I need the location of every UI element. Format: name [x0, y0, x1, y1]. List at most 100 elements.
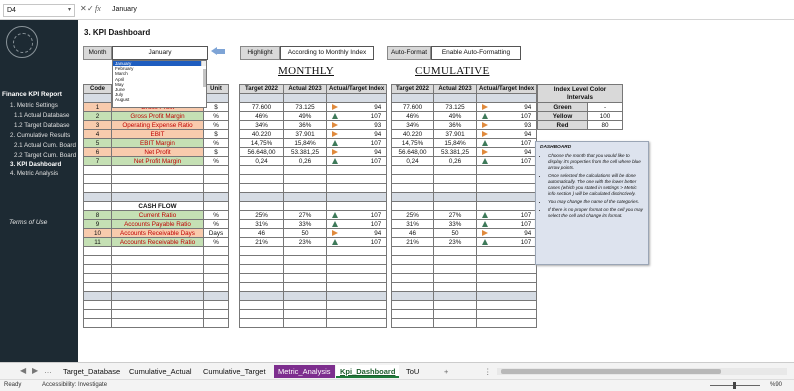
empty-cell[interactable]	[475, 165, 538, 175]
dropdown-option[interactable]: August	[113, 97, 206, 102]
chevron-down-icon[interactable]: ▾	[68, 6, 71, 13]
formula-input[interactable]: January	[108, 4, 788, 17]
empty-cell[interactable]	[83, 165, 112, 175]
empty-cell[interactable]	[203, 201, 229, 211]
empty-cell[interactable]	[283, 165, 327, 175]
tab-tou[interactable]: ToU	[402, 365, 423, 378]
empty-cell[interactable]	[203, 255, 229, 265]
empty-cell[interactable]	[433, 264, 477, 274]
tab-metric-analysis[interactable]: Metric_Analysis	[274, 365, 335, 378]
options-icon[interactable]: ⋮	[480, 365, 496, 378]
empty-cell[interactable]	[433, 318, 477, 328]
empty-cell[interactable]	[325, 264, 388, 274]
empty-cell[interactable]	[433, 201, 477, 211]
empty-cell[interactable]	[203, 273, 229, 283]
empty-cell[interactable]	[433, 300, 477, 310]
tab-target-database[interactable]: Target_Database	[59, 365, 124, 378]
empty-cell[interactable]	[433, 255, 477, 265]
empty-cell[interactable]	[111, 255, 204, 265]
cancel-icon[interactable]: ✕	[80, 4, 87, 13]
empty-cell[interactable]	[283, 246, 327, 256]
empty-cell[interactable]	[433, 246, 477, 256]
empty-cell[interactable]	[111, 264, 204, 274]
empty-cell[interactable]	[83, 264, 112, 274]
autoformat-value[interactable]: Enable Auto-Formatting	[431, 46, 521, 60]
sidebar-item[interactable]: 2. Cumulative Results	[10, 132, 86, 139]
tab-cumulative-target[interactable]: Cumulative_Target	[199, 365, 270, 378]
empty-cell[interactable]	[83, 309, 112, 319]
empty-cell[interactable]	[391, 174, 434, 184]
empty-cell[interactable]	[391, 246, 434, 256]
prev-sheet-icon[interactable]: ◀	[20, 366, 26, 375]
empty-cell[interactable]	[283, 309, 327, 319]
empty-cell[interactable]	[111, 246, 204, 256]
tab-cumulative-actual[interactable]: Cumulative_Actual	[125, 365, 196, 378]
empty-cell[interactable]	[325, 309, 388, 319]
empty-cell[interactable]	[325, 165, 388, 175]
empty-cell[interactable]	[325, 183, 388, 193]
empty-cell[interactable]	[391, 165, 434, 175]
empty-cell[interactable]	[111, 309, 204, 319]
empty-cell[interactable]	[239, 174, 284, 184]
empty-cell[interactable]	[391, 318, 434, 328]
zoom-level[interactable]: %90	[770, 382, 782, 388]
empty-cell[interactable]	[283, 174, 327, 184]
empty-cell[interactable]	[433, 174, 477, 184]
empty-cell[interactable]	[203, 183, 229, 193]
empty-cell[interactable]	[83, 246, 112, 256]
horizontal-scrollbar[interactable]	[497, 368, 787, 375]
empty-cell[interactable]	[111, 318, 204, 328]
empty-cell[interactable]	[111, 174, 204, 184]
legend-yellow-value[interactable]: 100	[587, 111, 623, 121]
empty-cell[interactable]	[325, 318, 388, 328]
empty-cell[interactable]	[83, 174, 112, 184]
empty-cell[interactable]	[83, 273, 112, 283]
empty-cell[interactable]	[391, 282, 434, 292]
empty-cell[interactable]	[83, 318, 112, 328]
zoom-slider-thumb[interactable]	[733, 382, 736, 389]
empty-cell[interactable]	[111, 282, 204, 292]
empty-cell[interactable]	[325, 174, 388, 184]
empty-cell[interactable]	[475, 318, 538, 328]
month-dropdown-list[interactable]: January February March April May June July Augu…	[112, 60, 207, 108]
empty-cell[interactable]	[433, 183, 477, 193]
empty-cell[interactable]	[433, 282, 477, 292]
empty-cell[interactable]	[239, 273, 284, 283]
tab-kpi-dashboard[interactable]: Kpi_Dashboard	[336, 365, 400, 378]
empty-cell[interactable]	[111, 183, 204, 193]
empty-cell[interactable]	[239, 309, 284, 319]
empty-cell[interactable]	[325, 282, 388, 292]
empty-cell[interactable]	[283, 255, 327, 265]
empty-cell[interactable]	[283, 183, 327, 193]
empty-cell[interactable]	[283, 300, 327, 310]
empty-cell[interactable]	[203, 264, 229, 274]
empty-cell[interactable]	[475, 255, 538, 265]
month-select[interactable]: January	[112, 46, 208, 60]
empty-cell[interactable]	[203, 174, 229, 184]
empty-cell[interactable]	[283, 273, 327, 283]
empty-cell[interactable]	[239, 255, 284, 265]
empty-cell[interactable]	[83, 255, 112, 265]
empty-cell[interactable]	[475, 183, 538, 193]
empty-cell[interactable]	[391, 255, 434, 265]
empty-cell[interactable]	[391, 264, 434, 274]
empty-cell[interactable]	[283, 282, 327, 292]
empty-cell[interactable]	[239, 201, 284, 211]
empty-cell[interactable]	[475, 174, 538, 184]
sidebar-item[interactable]: 3. KPI Dashboard	[10, 161, 86, 168]
empty-cell[interactable]	[239, 318, 284, 328]
empty-cell[interactable]	[433, 309, 477, 319]
function-icon[interactable]: fx	[95, 4, 101, 13]
empty-cell[interactable]	[325, 300, 388, 310]
empty-cell[interactable]	[83, 183, 112, 193]
empty-cell[interactable]	[391, 183, 434, 193]
empty-cell[interactable]	[475, 246, 538, 256]
empty-cell[interactable]	[475, 273, 538, 283]
enter-icon[interactable]: ✓	[87, 4, 94, 13]
empty-cell[interactable]	[475, 309, 538, 319]
empty-cell[interactable]	[203, 246, 229, 256]
add-sheet-icon[interactable]: +	[440, 365, 452, 378]
empty-cell[interactable]	[325, 201, 388, 211]
empty-cell[interactable]	[391, 300, 434, 310]
empty-cell[interactable]	[239, 246, 284, 256]
